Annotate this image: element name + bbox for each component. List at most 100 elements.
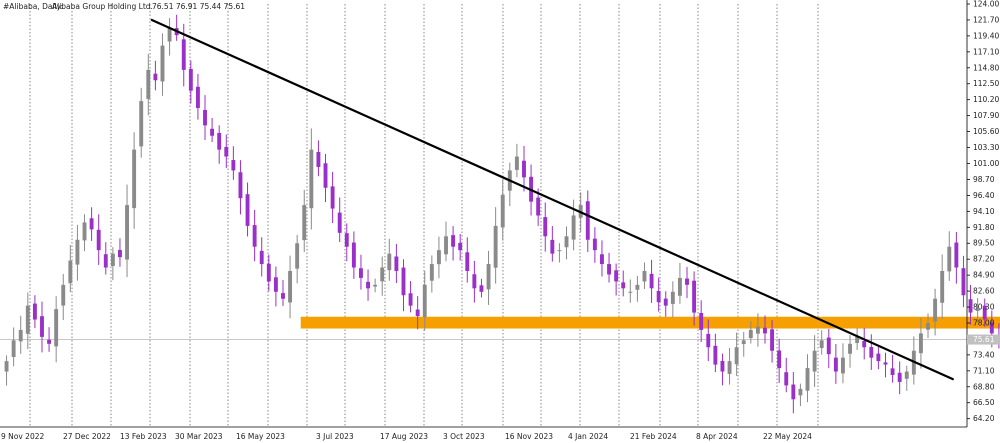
candle-body xyxy=(500,194,505,228)
x-tick-label: 4 Jan 2024 xyxy=(568,432,608,441)
candle-body xyxy=(103,254,108,268)
candle-body xyxy=(181,39,186,70)
candle-body xyxy=(415,309,420,317)
x-tick-label: 3 Jul 2023 xyxy=(316,432,354,441)
candle-body xyxy=(351,242,356,268)
y-tick-label: 82.60 xyxy=(973,287,995,296)
candle-body xyxy=(132,149,137,209)
candle-body xyxy=(848,343,852,354)
candle-body xyxy=(961,268,966,296)
current-price-label: 75.61 xyxy=(973,335,995,344)
candle-body xyxy=(75,239,80,265)
candle-body xyxy=(167,28,172,42)
candle-body xyxy=(266,263,271,282)
candle-body xyxy=(408,293,413,306)
candle-body xyxy=(791,384,796,400)
zone-layer xyxy=(300,316,1000,329)
candle-body xyxy=(600,254,604,265)
candle-body xyxy=(663,298,668,306)
candle-body xyxy=(210,128,215,136)
candle-body xyxy=(288,270,293,303)
candle-body xyxy=(904,371,909,379)
candle-body xyxy=(160,45,165,82)
candle-body xyxy=(387,253,392,271)
candle-body xyxy=(763,327,767,334)
candle-body xyxy=(359,268,363,278)
y-tick-label: 64.20 xyxy=(973,414,995,423)
candle-body xyxy=(401,267,406,296)
candle-body xyxy=(188,68,193,91)
candle-body xyxy=(224,146,229,157)
candle-body xyxy=(805,368,810,391)
candle-body xyxy=(472,274,477,289)
x-tick-label: 17 Aug 2023 xyxy=(380,432,428,441)
candle-body xyxy=(458,242,463,251)
y-tick-label: 96.40 xyxy=(973,191,995,200)
y-tick-label: 73.40 xyxy=(973,350,995,359)
candle-body xyxy=(47,339,52,344)
candle-body xyxy=(706,333,711,348)
candle-body xyxy=(366,281,370,289)
candle-body xyxy=(394,256,399,271)
candle-body xyxy=(465,252,470,271)
candle-body xyxy=(741,340,746,345)
candle-body xyxy=(96,229,101,251)
candle-body xyxy=(770,329,775,351)
candle-body xyxy=(585,201,590,240)
candle-body xyxy=(486,264,491,290)
candle-body xyxy=(550,239,555,254)
candle-body xyxy=(812,350,817,372)
candle-body xyxy=(841,357,845,374)
header-company: Alibaba Group Holding Ltd. xyxy=(52,2,153,11)
candle-body xyxy=(692,280,697,313)
y-tick-label: 101.00 xyxy=(973,159,999,168)
candle-body xyxy=(755,326,760,334)
candle-body xyxy=(337,212,342,233)
candle-body xyxy=(777,350,782,369)
x-tick-label: 30 Mar 2023 xyxy=(175,432,223,441)
y-tick-label: 114.80 xyxy=(973,63,999,72)
candle-body xyxy=(826,337,831,355)
candle-body xyxy=(493,225,498,268)
candle-body xyxy=(968,299,973,313)
candle-body xyxy=(295,243,300,269)
y-tick-label: 117.10 xyxy=(973,47,999,56)
candle-body xyxy=(798,388,803,396)
candle-body xyxy=(373,284,378,287)
candle-body xyxy=(231,160,236,171)
candle-body xyxy=(82,222,87,241)
candle-body xyxy=(153,73,158,81)
candle-body xyxy=(933,298,938,322)
candle-body xyxy=(54,309,59,347)
candle-body xyxy=(302,205,307,241)
candle-body xyxy=(344,233,349,247)
candle-body xyxy=(748,329,753,339)
y-tick-label: 80.30 xyxy=(973,303,995,312)
x-tick-label: 13 Feb 2023 xyxy=(120,432,167,441)
candle-body xyxy=(954,242,959,268)
y-tick-label: 89.50 xyxy=(973,239,995,248)
candle-body xyxy=(890,368,895,375)
candle-body xyxy=(621,282,626,289)
candle-body xyxy=(89,218,94,230)
candle-body xyxy=(564,236,569,248)
y-tick-label: 78.00 xyxy=(973,318,995,327)
candle-body xyxy=(217,132,222,150)
candle-body xyxy=(635,284,640,290)
candle-body xyxy=(203,109,207,126)
x-tick-label: 16 Nov 2023 xyxy=(505,432,553,441)
candle-body xyxy=(734,347,739,365)
candle-body xyxy=(656,290,661,303)
candle-body xyxy=(40,316,44,337)
candle-body xyxy=(436,250,441,265)
y-tick-label: 124.00 xyxy=(973,0,999,9)
price-chart[interactable]: 9 Nov 2022 27 Dec 2022 13 Feb 2023 30 Mar 2… xyxy=(0,0,1000,443)
candle-body xyxy=(259,250,264,265)
y-tick-label: 87.20 xyxy=(973,255,995,264)
candle-body xyxy=(323,163,328,188)
y-tick-label: 105.60 xyxy=(973,127,999,136)
candle-body xyxy=(862,341,867,348)
candle-body xyxy=(649,273,654,289)
candle-body xyxy=(720,360,725,372)
candle-body xyxy=(61,284,66,306)
